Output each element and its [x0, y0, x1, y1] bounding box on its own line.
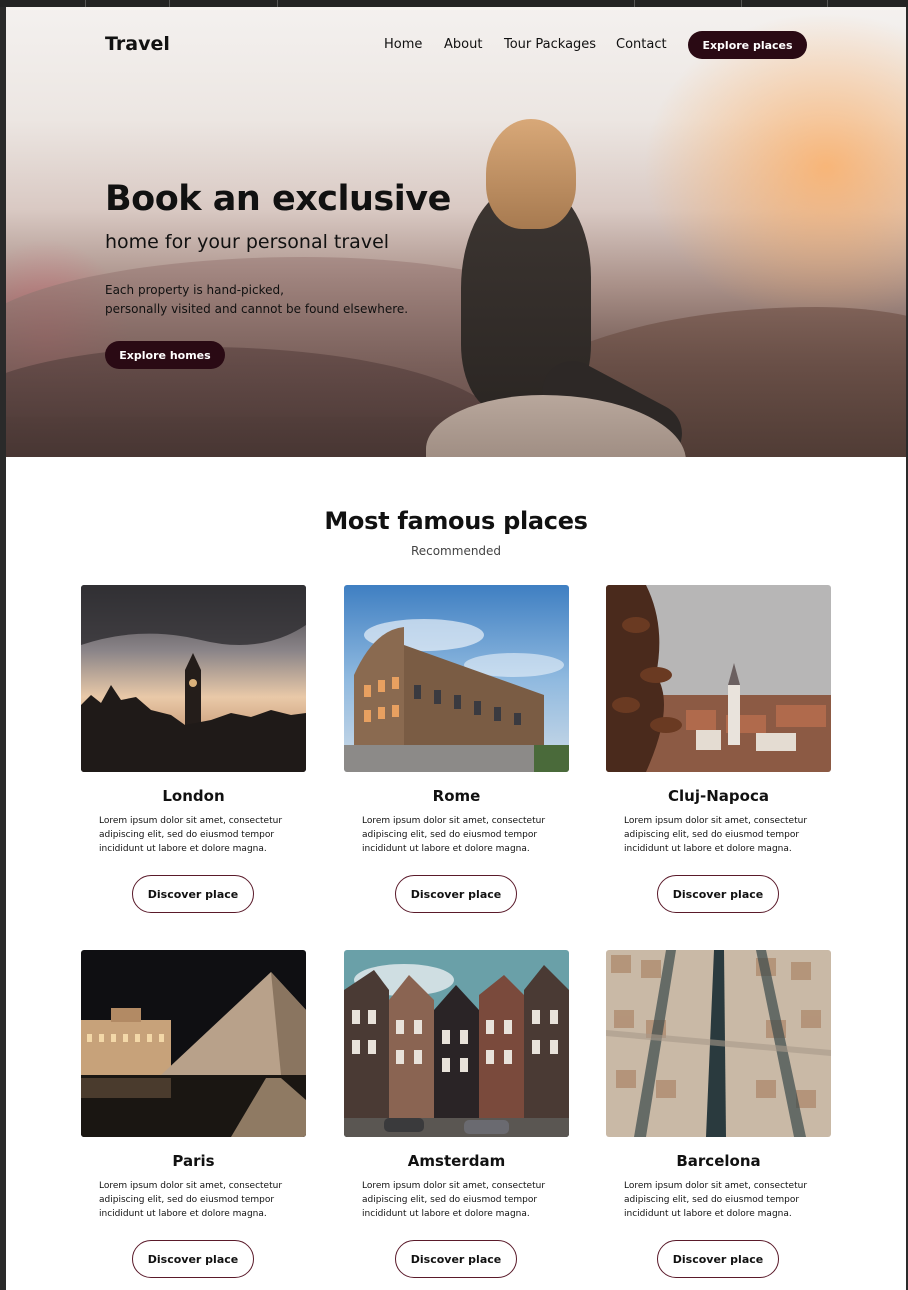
discover-place-button[interactable]: Discover place — [657, 1240, 779, 1278]
place-name: Rome — [432, 787, 481, 805]
hero-description: Each property is hand-picked, personally… — [105, 281, 408, 319]
cluj-napoca-photo — [606, 585, 831, 772]
rome-photo — [344, 585, 569, 772]
discover-place-button[interactable]: Discover place — [395, 875, 517, 913]
page: Travel Home About Tour Packages Contact … — [6, 7, 906, 1290]
hero-description-line-1: Each property is hand-picked, — [105, 283, 284, 297]
hero-description-line-2: personally visited and cannot be found e… — [105, 302, 409, 316]
section-title: Most famous places — [324, 507, 588, 535]
explore-homes-button[interactable]: Explore homes — [105, 341, 225, 369]
discover-place-button[interactable]: Discover place — [132, 875, 254, 913]
london-photo — [81, 585, 306, 772]
barcelona-photo — [606, 950, 831, 1137]
place-description: Lorem ipsum dolor sit amet, consectetur … — [99, 816, 283, 854]
nav-tour-packages[interactable]: Tour Packages — [504, 37, 596, 52]
place-description: Lorem ipsum dolor sit amet, consectetur … — [624, 1181, 808, 1219]
hero-subtitle: home for your personal travel — [105, 231, 390, 253]
place-card-cluj-napoca: Cluj-Napoca Lorem ipsum dolor sit amet, … — [606, 585, 831, 920]
place-card-rome: Rome Lorem ipsum dolor sit amet, consect… — [344, 585, 569, 920]
place-card-london: London Lorem ipsum dolor sit amet, conse… — [81, 585, 306, 920]
top-nav: Travel Home About Tour Packages Contact … — [6, 7, 906, 82]
nav-about[interactable]: About — [444, 37, 482, 52]
place-name: Barcelona — [676, 1152, 761, 1170]
discover-place-button[interactable]: Discover place — [132, 1240, 254, 1278]
place-description: Lorem ipsum dolor sit amet, consectetur … — [99, 1181, 283, 1219]
discover-place-button[interactable]: Discover place — [395, 1240, 517, 1278]
place-description: Lorem ipsum dolor sit amet, consectetur … — [362, 816, 546, 854]
browser-top-strip — [0, 0, 908, 7]
paris-photo — [81, 950, 306, 1137]
discover-place-button[interactable]: Discover place — [657, 875, 779, 913]
place-card-barcelona: Barcelona Lorem ipsum dolor sit amet, co… — [606, 950, 831, 1285]
place-name: Amsterdam — [407, 1152, 506, 1170]
explore-places-button[interactable]: Explore places — [688, 31, 807, 59]
amsterdam-photo — [344, 950, 569, 1137]
hero-person-hair — [486, 119, 576, 229]
place-name: London — [162, 787, 225, 805]
place-name: Paris — [172, 1152, 215, 1170]
place-name: Cluj-Napoca — [668, 787, 769, 805]
nav-contact[interactable]: Contact — [616, 37, 667, 52]
place-card-paris: Paris Lorem ipsum dolor sit amet, consec… — [81, 950, 306, 1285]
place-card-amsterdam: Amsterdam Lorem ipsum dolor sit amet, co… — [344, 950, 569, 1285]
place-description: Lorem ipsum dolor sit amet, consectetur … — [362, 1181, 546, 1219]
nav-home[interactable]: Home — [384, 37, 422, 52]
hero-title: Book an exclusive — [105, 179, 451, 219]
section-subtitle: Recommended — [410, 544, 502, 558]
place-description: Lorem ipsum dolor sit amet, consectetur … — [624, 816, 808, 854]
brand-logo[interactable]: Travel — [105, 33, 170, 55]
